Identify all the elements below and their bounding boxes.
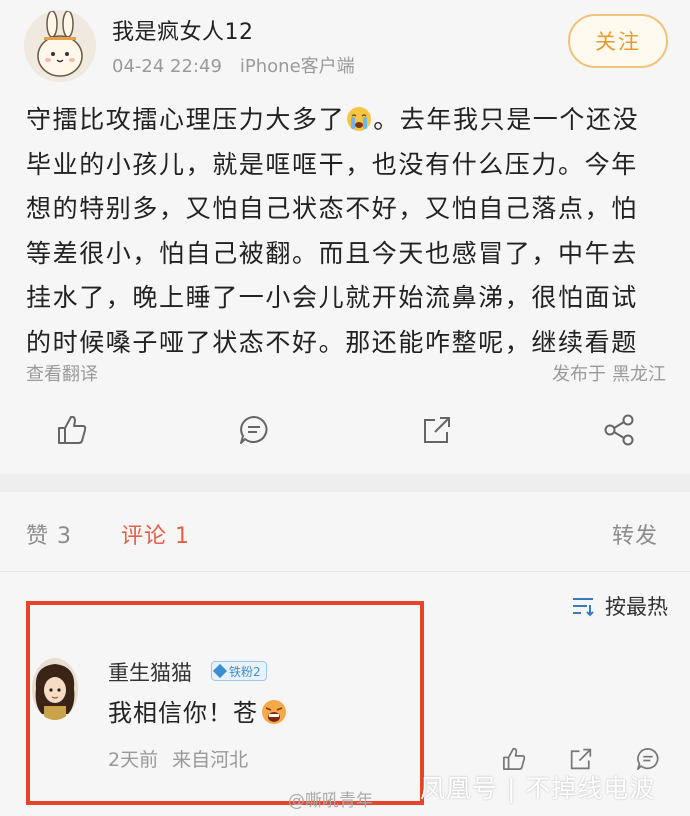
commenter-avatar[interactable]	[32, 658, 78, 720]
follow-button[interactable]: 关注	[568, 14, 668, 68]
post-date: 04-24 22:49	[112, 56, 222, 77]
location-name: 黑龙江	[612, 364, 666, 385]
post-content: 守擂比攻擂心理压力大多了 。去年我只是一个还没 毕业的小孩儿，就是哐哐干，也没有什…	[26, 98, 666, 365]
comment-from: 来自河北	[172, 749, 249, 771]
sort-icon	[573, 598, 594, 617]
comment-meta: 2天前 来自河北	[108, 745, 248, 772]
source-watermark: 凤凰号 | 不掉线电波	[420, 774, 656, 803]
comment-text: 我相信你！苍	[108, 693, 288, 728]
fan-badge-label: 铁粉2	[229, 664, 261, 679]
comment-icon[interactable]	[236, 412, 272, 448]
weibo-watermark: @嘶吼青年	[288, 786, 373, 811]
post-source: iPhone客户端	[239, 56, 355, 77]
post-content-line: 守擂比攻擂心理压力大多了 。去年我只是一个还没	[26, 98, 666, 143]
like-icon[interactable]	[54, 412, 90, 448]
post-content-line: 等差很小，怕自己被翻。而且今天也感冒了，中午去	[26, 238, 638, 268]
post-username[interactable]: 我是疯女人12	[112, 14, 254, 46]
crying-emoji-icon	[262, 700, 286, 724]
anime-avatar-icon	[32, 658, 78, 720]
post-content-line: 的时候嗓子哑了状态不好。那还能咋整呢，继续看题	[26, 327, 638, 357]
comment-section: 按最热 重生猫猫 铁粉2 我相信你！苍 2天前 来自河北 @嘶吼青年 凤凰号 | …	[0, 573, 690, 816]
view-translation-link[interactable]: 查看翻译	[26, 360, 98, 386]
interaction-tabs: 赞 3 评论 1 转发	[0, 492, 690, 572]
sort-label: 按最热	[605, 595, 668, 619]
weibo-watermark-text: @嘶吼青年	[288, 791, 373, 811]
repost-icon[interactable]	[419, 412, 455, 448]
post-card: 我是疯女人12 04-24 22:49 iPhone客户端 关注 守擂比攻擂心理压…	[0, 0, 690, 474]
rabbit-avatar-icon	[24, 10, 96, 82]
post-content-text: 守擂比攻擂心理压力大多了	[26, 105, 346, 134]
post-content-line: 想的特别多，又怕自己状态不好，又怕自己落点，怕	[26, 194, 638, 223]
tab-comments[interactable]: 评论 1	[121, 518, 190, 550]
post-actions	[0, 412, 690, 452]
location-prefix: 发布于	[552, 364, 606, 385]
sort-button[interactable]: 按最热	[571, 591, 668, 621]
diamond-icon	[212, 663, 228, 679]
post-content-line: 挂水了，晚上睡了一小会儿就开始流鼻涕，很怕面试	[26, 283, 638, 312]
commenter-name[interactable]: 重生猫猫	[108, 657, 192, 687]
tab-likes[interactable]: 赞 3	[26, 518, 72, 550]
section-divider	[0, 474, 690, 492]
tab-reposts[interactable]: 转发	[612, 518, 658, 550]
comment-text-body: 我相信你！苍	[108, 699, 258, 727]
crying-emoji-icon	[347, 107, 372, 131]
post-location: 发布于 黑龙江	[552, 360, 666, 386]
post-content-text: 。去年我只是一个还没	[373, 105, 640, 134]
user-avatar[interactable]	[24, 10, 96, 82]
comment-time: 2天前	[108, 749, 159, 771]
post-meta: 04-24 22:49 iPhone客户端	[112, 52, 355, 78]
fan-badge: 铁粉2	[211, 661, 267, 681]
share-icon[interactable]	[602, 412, 638, 448]
post-content-line: 毕业的小孩儿，就是哐哐干，也没有什么压力。今年	[26, 149, 638, 179]
